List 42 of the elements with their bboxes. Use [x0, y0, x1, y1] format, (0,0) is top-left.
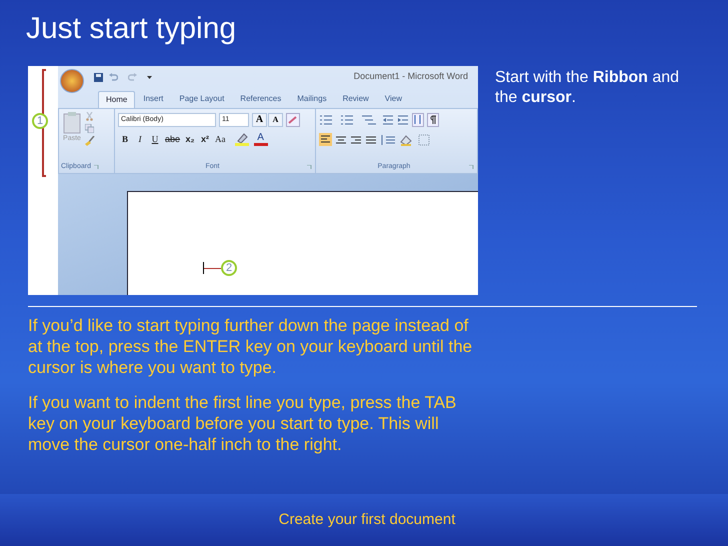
superscript-button[interactable]: x² — [198, 132, 212, 146]
window-title: Document1 - Microsoft Word — [354, 70, 468, 84]
brush-icon[interactable] — [85, 136, 95, 146]
decrease-indent-icon[interactable] — [382, 114, 394, 126]
text-cursor — [203, 262, 204, 274]
justify-icon[interactable] — [365, 134, 377, 146]
shrink-font-button[interactable]: A — [268, 113, 283, 127]
bold-button[interactable]: B — [118, 132, 132, 146]
grow-font-button[interactable]: A — [252, 113, 267, 127]
highlighter-icon[interactable] — [234, 132, 249, 146]
caption-text: Start with the Ribbon and the cursor. — [495, 68, 680, 108]
increase-indent-icon[interactable] — [397, 114, 409, 126]
italic-button[interactable]: I — [133, 132, 147, 146]
clipboard-icon[interactable] — [63, 112, 81, 134]
font-color-button[interactable]: A — [254, 132, 268, 146]
strikethrough-button[interactable]: abe — [163, 132, 182, 146]
callout-number: 2 — [221, 260, 237, 276]
save-icon[interactable] — [94, 72, 103, 82]
align-left-icon[interactable] — [319, 133, 332, 146]
body-paragraph: If you want to indent the first line you type, press the TAB key on your keyboard before you start to type. This will move the cursor one-half inch to the right. — [28, 392, 458, 455]
ribbon-tab[interactable]: Mailings — [289, 91, 335, 108]
underline-button[interactable]: U — [148, 132, 162, 146]
ribbon-tab[interactable]: View — [376, 91, 410, 108]
line-spacing-icon[interactable] — [380, 134, 396, 146]
multilevel-list-icon[interactable] — [361, 114, 379, 126]
ribbon-tab[interactable]: References — [232, 91, 290, 108]
change-case-button[interactable]: Aa — [213, 132, 228, 146]
align-center-icon[interactable] — [335, 134, 347, 146]
ribbon-tab[interactable]: Home — [98, 91, 136, 108]
leader-line — [204, 268, 221, 269]
dropdown-icon[interactable] — [147, 74, 152, 80]
ribbon-tab[interactable]: Insert — [135, 91, 172, 108]
office-button[interactable] — [60, 69, 84, 93]
slide-title: Just start typing — [25, 11, 238, 47]
ribbon-tab[interactable]: Page Layout — [171, 91, 232, 108]
callout-number: 1 — [32, 113, 48, 129]
ribbon-tab[interactable]: Review — [334, 91, 377, 108]
pilcrow-icon[interactable] — [427, 113, 439, 127]
body-paragraph: If you’d like to start typing further down the page instead of at the top, press the ENTER key on your keyboard until the cursor is where you want to type. — [28, 315, 474, 378]
subscript-button[interactable]: x₂ — [183, 132, 198, 146]
align-right-icon[interactable] — [350, 134, 362, 146]
footer-text: Create your first document — [278, 510, 456, 530]
